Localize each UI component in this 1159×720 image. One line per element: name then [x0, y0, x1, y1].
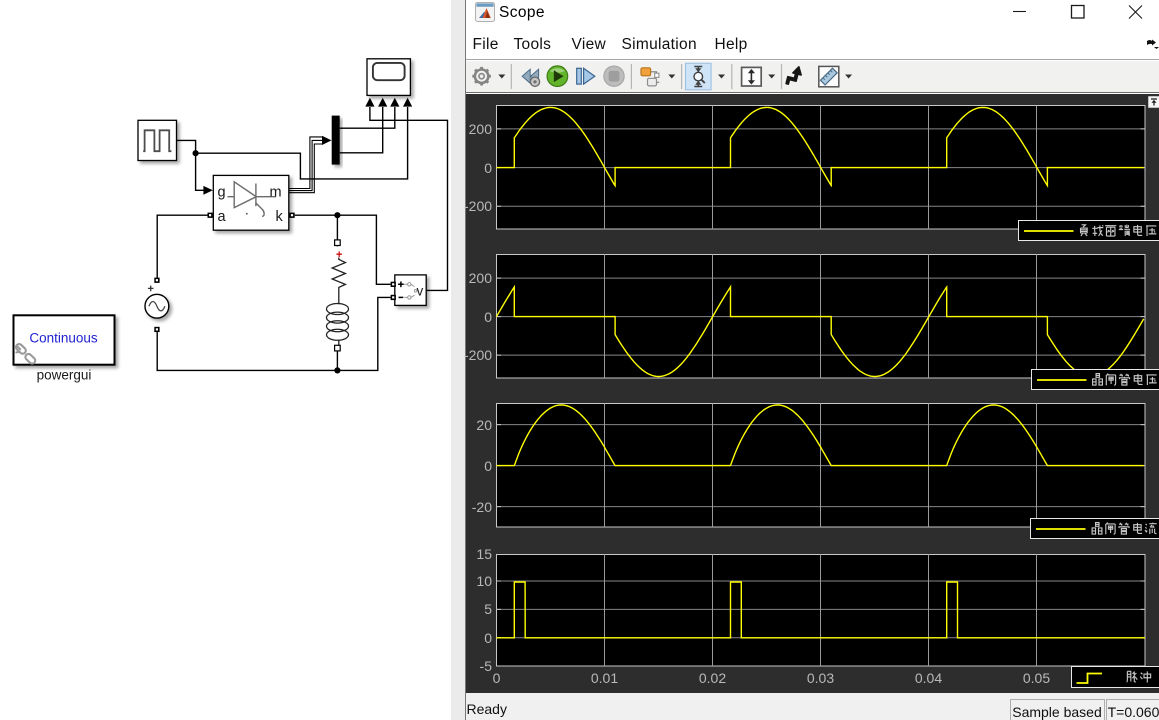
svg-text:powergui: powergui — [37, 367, 92, 382]
svg-text:g: g — [218, 185, 226, 201]
svg-text:a: a — [218, 209, 227, 225]
svg-text:v: v — [417, 284, 424, 299]
svg-text:m: m — [270, 185, 282, 201]
svg-text:Continuous: Continuous — [29, 331, 98, 346]
svg-text:k: k — [276, 209, 284, 225]
